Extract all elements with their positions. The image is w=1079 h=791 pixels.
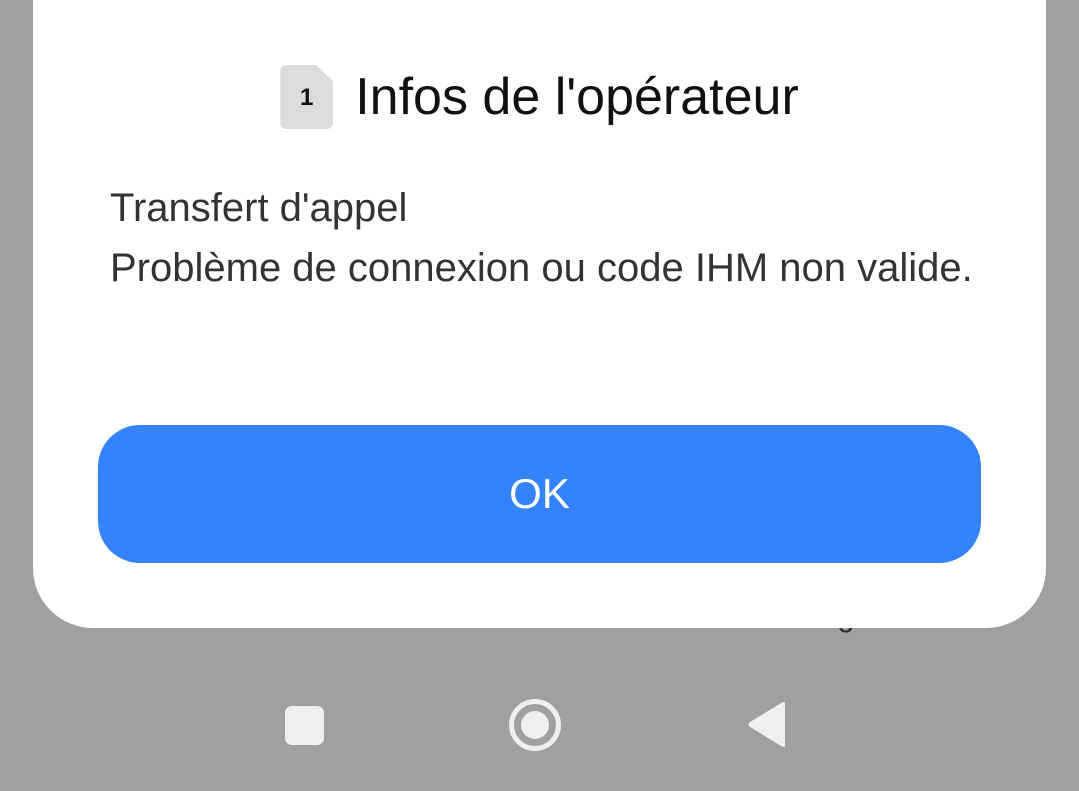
- dialog-header: 1 Infos de l'opérateur: [33, 64, 1046, 130]
- sim-card-icon: 1: [280, 65, 334, 129]
- recents-square-icon[interactable]: [285, 706, 324, 745]
- message-line-1: Transfert d'appel: [110, 186, 408, 230]
- dialog-title: Infos de l'opérateur: [355, 68, 799, 126]
- sim-slot-number: 1: [300, 84, 314, 111]
- back-triangle-icon[interactable]: [747, 701, 787, 748]
- system-navigation-bar: [0, 670, 1079, 780]
- ok-button[interactable]: OK: [98, 425, 981, 563]
- dialog-message: Transfert d'appel Problème de connexion …: [110, 178, 990, 298]
- home-circle-icon[interactable]: [508, 698, 562, 752]
- operator-info-dialog: 1 Infos de l'opérateur Transfert d'appel…: [33, 0, 1046, 628]
- message-line-2: Problème de connexion ou code IHM non va…: [110, 246, 973, 290]
